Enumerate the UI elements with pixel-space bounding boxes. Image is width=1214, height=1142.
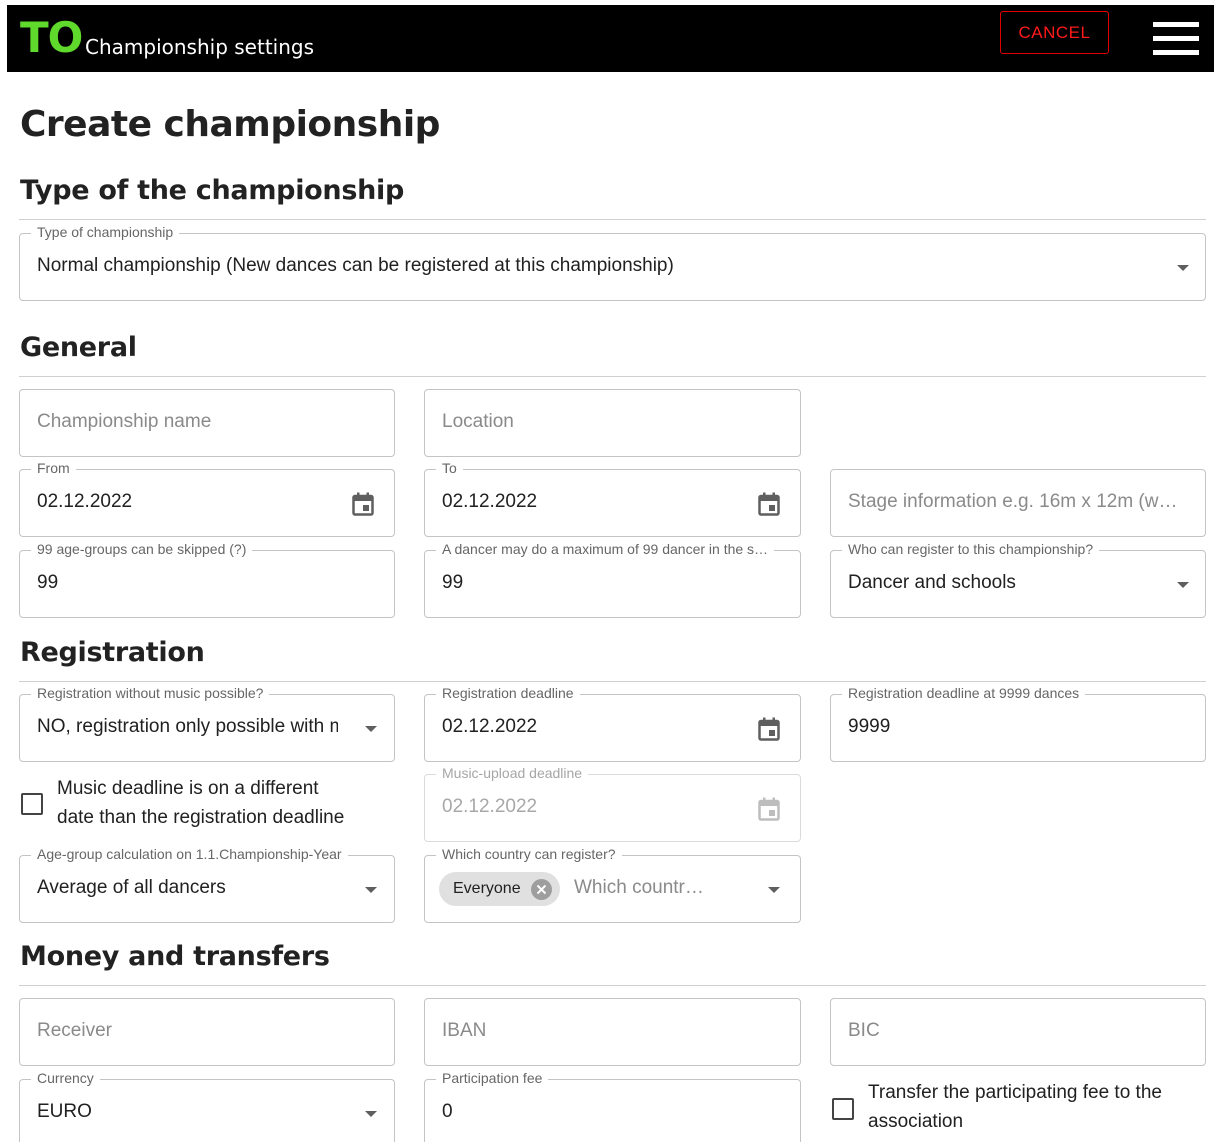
- field-value: 9999: [848, 716, 891, 737]
- calendar-icon[interactable]: [352, 492, 374, 516]
- checkbox-label-line: association: [868, 1111, 964, 1132]
- country-search-placeholder[interactable]: Which countr…: [574, 877, 744, 899]
- field-label: To: [436, 460, 463, 476]
- bic-input[interactable]: BIC: [830, 998, 1206, 1066]
- field-label: A dancer may do a maximum of 99 dancer i…: [436, 541, 775, 557]
- field-value: 02.12.2022: [442, 491, 538, 512]
- who-can-register-select[interactable]: Who can register to this championship? D…: [830, 541, 1206, 618]
- registration-deadline-input[interactable]: Registration deadline 02.12.2022: [424, 685, 801, 762]
- field-value: EURO: [37, 1101, 92, 1122]
- field-label: Currency: [31, 1070, 100, 1086]
- age-group-calculation-select[interactable]: Age-group calculation on 1.1.Championshi…: [19, 846, 395, 923]
- app-title: Championship settings: [85, 35, 315, 59]
- country-chip: Everyone: [439, 872, 560, 906]
- app-bar: TO Championship settings CANCEL: [7, 5, 1214, 72]
- section-divider: [19, 681, 1206, 682]
- max-dances-input[interactable]: A dancer may do a maximum of 99 dancer i…: [424, 541, 801, 618]
- from-date-input[interactable]: From 02.12.2022: [19, 460, 395, 537]
- field-label: Which country can register?: [436, 846, 622, 862]
- receiver-input[interactable]: Receiver: [19, 998, 395, 1066]
- chip-remove-icon[interactable]: [530, 878, 552, 900]
- dropdown-arrow-icon: [1177, 265, 1189, 271]
- dropdown-arrow-icon: [365, 726, 377, 732]
- currency-select[interactable]: Currency EURO: [19, 1070, 395, 1142]
- type-of-championship-select[interactable]: Type of championship Normal championship…: [19, 224, 1206, 301]
- transfer-fee-checkbox[interactable]: [832, 1098, 854, 1120]
- field-label: Participation fee: [436, 1070, 549, 1086]
- field-value: Normal championship (New dances can be r…: [37, 255, 674, 276]
- field-placeholder: Stage information e.g. 16m x 12m (w…: [848, 491, 1178, 512]
- field-value: 02.12.2022: [442, 716, 538, 737]
- field-value: Dancer and schools: [848, 572, 1016, 593]
- field-label: Registration without music possible?: [31, 685, 270, 701]
- transfer-fee-checkbox-label: Transfer the participating fee to the as…: [868, 1078, 1162, 1136]
- field-value: NO, registration only possible with m: [37, 716, 338, 737]
- field-value: 0: [442, 1101, 453, 1122]
- location-input[interactable]: Location: [424, 389, 801, 457]
- hamburger-menu-icon[interactable]: [1153, 22, 1199, 56]
- music-deadline-checkbox[interactable]: [21, 793, 43, 815]
- calendar-icon: [758, 797, 780, 821]
- music-upload-deadline-input: Music-upload deadline 02.12.2022: [424, 765, 801, 842]
- field-label: Type of championship: [31, 224, 180, 240]
- championship-name-input[interactable]: Championship name: [19, 389, 395, 457]
- field-label: Who can register to this championship?: [842, 541, 1100, 557]
- section-divider: [19, 985, 1206, 986]
- section-divider: [19, 376, 1206, 377]
- checkbox-label-line: Music deadline is on a different: [57, 778, 319, 799]
- dropdown-arrow-icon: [365, 1111, 377, 1117]
- calendar-icon[interactable]: [758, 492, 780, 516]
- participation-fee-input[interactable]: Participation fee 0: [424, 1070, 801, 1142]
- music-deadline-checkbox-label: Music deadline is on a different date th…: [57, 774, 344, 832]
- page-title: Create championship: [20, 104, 440, 145]
- field-placeholder: IBAN: [442, 1020, 487, 1041]
- app-logo[interactable]: TO: [20, 15, 83, 61]
- stage-information-input[interactable]: Stage information e.g. 16m x 12m (w…: [830, 469, 1206, 537]
- to-date-input[interactable]: To 02.12.2022: [424, 460, 801, 537]
- dropdown-arrow-icon: [365, 887, 377, 893]
- field-value: 99: [37, 572, 59, 593]
- registration-without-music-select[interactable]: Registration without music possible? NO,…: [19, 685, 395, 762]
- field-placeholder: Championship name: [37, 411, 212, 432]
- country-select[interactable]: Which country can register? Everyone Whi…: [424, 846, 801, 923]
- field-value: Average of all dancers: [37, 877, 226, 898]
- skip-age-groups-input[interactable]: 99 age-groups can be skipped (?) 99: [19, 541, 395, 618]
- dropdown-arrow-icon: [1177, 582, 1189, 588]
- field-placeholder: Receiver: [37, 1020, 112, 1041]
- calendar-icon[interactable]: [758, 717, 780, 741]
- field-value: 02.12.2022: [37, 491, 133, 512]
- registration-deadline-dances-input[interactable]: Registration deadline at 9999 dances 999…: [830, 685, 1206, 762]
- field-value: 02.12.2022: [442, 796, 538, 817]
- section-divider: [19, 219, 1206, 220]
- chip-label: Everyone: [453, 880, 521, 897]
- field-label: 99 age-groups can be skipped (?): [31, 541, 253, 557]
- section-title-registration: Registration: [20, 637, 205, 668]
- field-placeholder: BIC: [848, 1020, 880, 1041]
- cancel-button[interactable]: CANCEL: [1000, 11, 1109, 54]
- iban-input[interactable]: IBAN: [424, 998, 801, 1066]
- field-label: Music-upload deadline: [436, 765, 589, 781]
- field-label: Registration deadline at 9999 dances: [842, 685, 1086, 701]
- section-title-type: Type of the championship: [20, 175, 404, 206]
- field-label: Registration deadline: [436, 685, 580, 701]
- field-label: From: [31, 460, 76, 476]
- checkbox-label-line: Transfer the participating fee to the: [868, 1082, 1162, 1103]
- field-value: 99: [442, 572, 464, 593]
- section-title-money: Money and transfers: [20, 941, 330, 972]
- field-label: Age-group calculation on 1.1.Championshi…: [31, 846, 348, 862]
- section-title-general: General: [20, 332, 137, 363]
- dropdown-arrow-icon: [768, 887, 780, 893]
- field-placeholder: Location: [442, 411, 514, 432]
- checkbox-label-line: date than the registration deadline: [57, 807, 345, 828]
